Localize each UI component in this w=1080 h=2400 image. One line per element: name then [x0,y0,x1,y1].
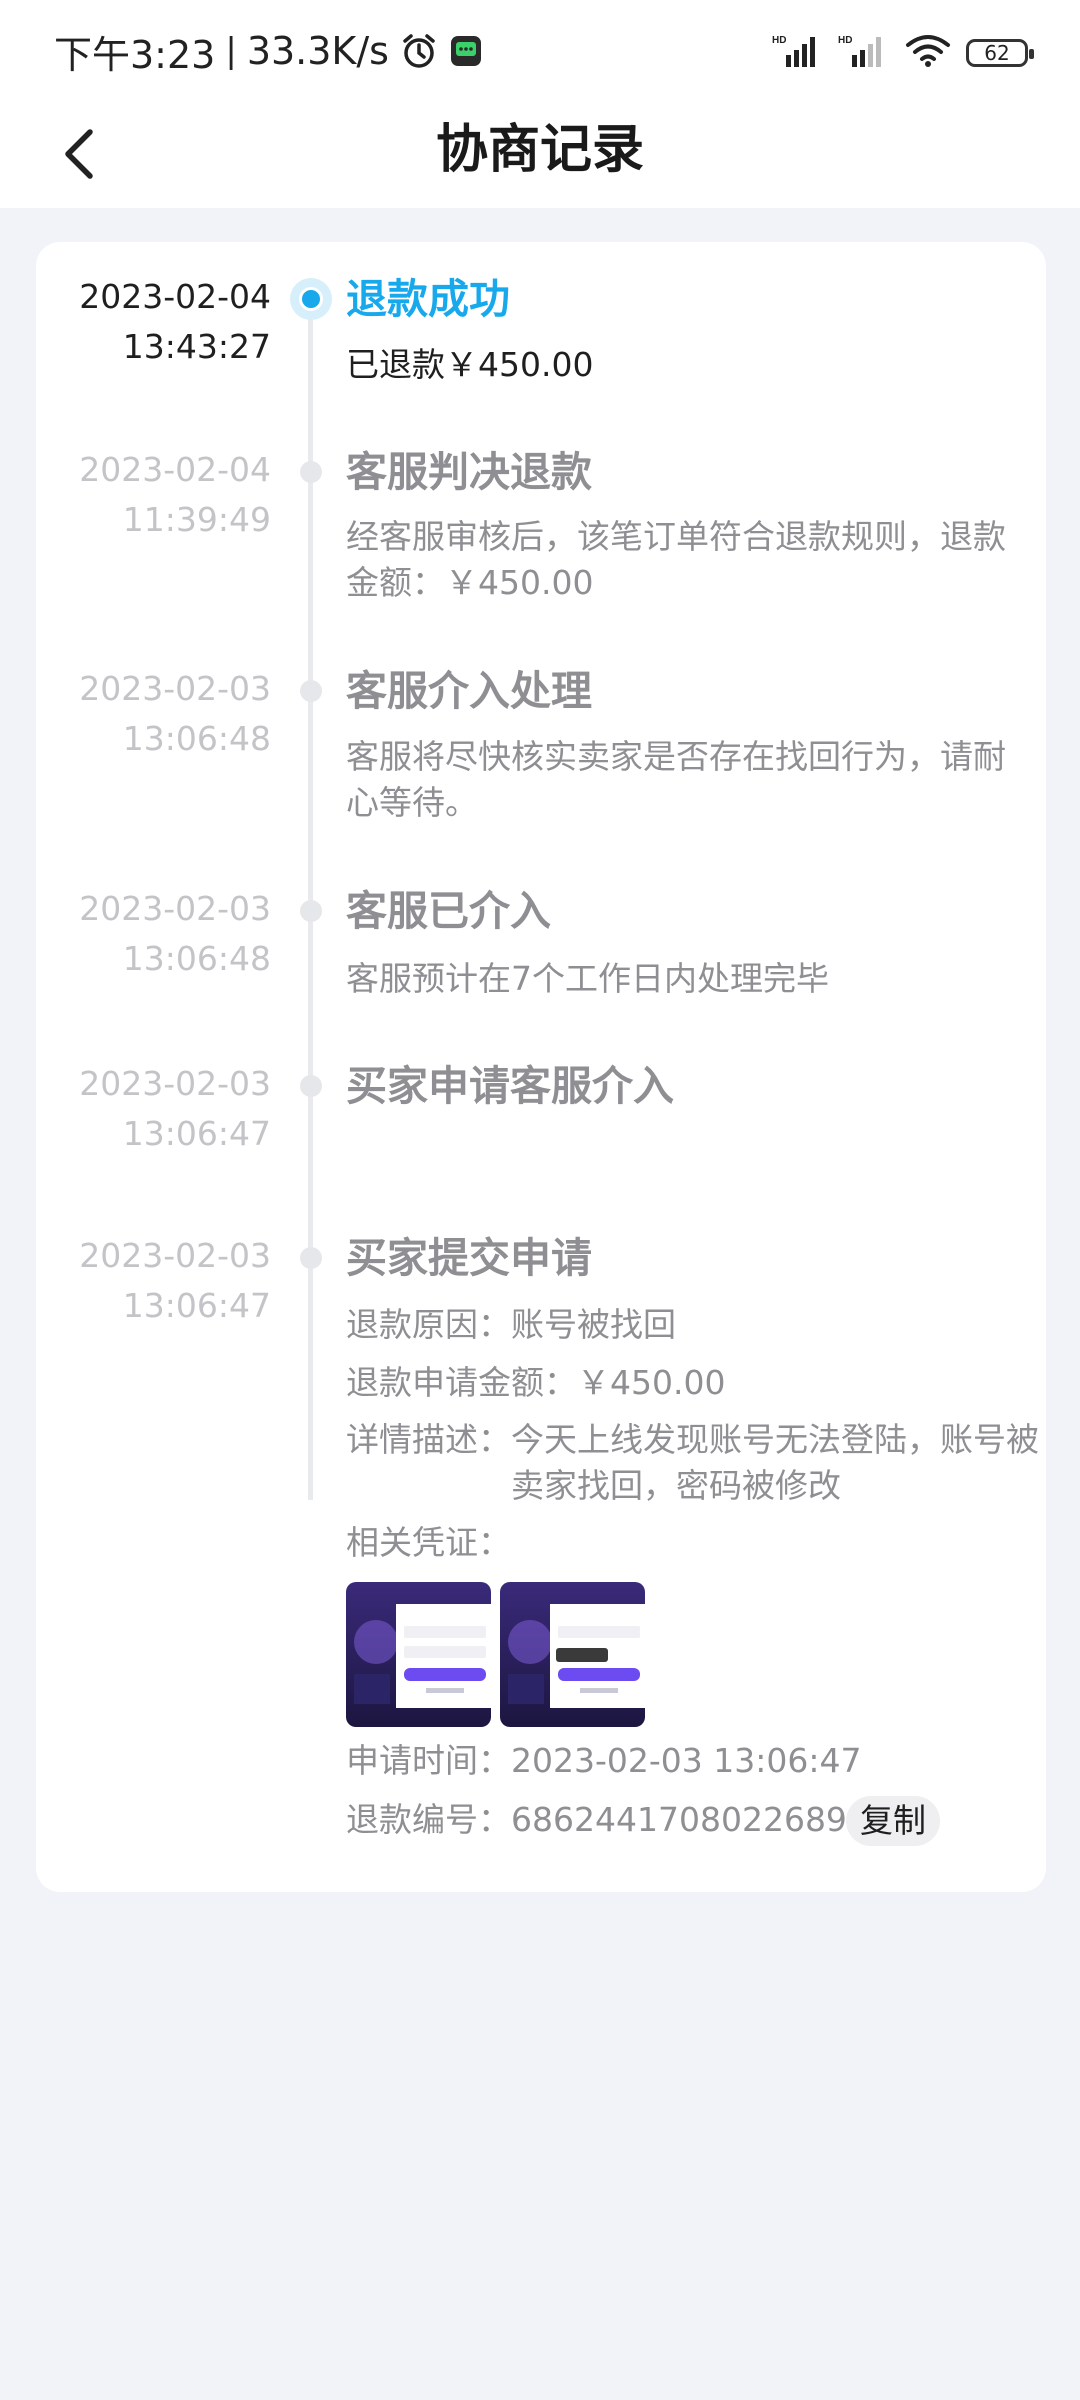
apply-time-row: 申请时间：2023-02-03 13:06:47 [346,1738,861,1784]
battery-indicator: 62 [966,39,1034,67]
event-time: 13:06:47 [122,1286,271,1325]
app-notification-icon [449,34,483,68]
timeline-dot [300,900,322,922]
timeline-dot [300,680,322,702]
status-bar: 下午3:23 | 33.3K/s HD HD 62 [0,0,1080,100]
event-text: 客服将尽快核实卖家是否存在找回行为，请耐心等待。 [346,737,1006,822]
timeline-dot [300,1075,322,1097]
event-date: 2023-02-03 [79,669,271,708]
event-time: 11:39:49 [122,500,271,539]
event-time: 13:06:48 [122,719,271,758]
event-date: 2023-02-04 [79,450,271,489]
apply-time-label: 申请时间： [346,1741,511,1780]
event-title: 客服已介入 [346,887,551,935]
status-time: 下午3:23 [54,32,216,77]
event-time: 13:06:48 [122,939,271,978]
apply-time-value: 2023-02-03 13:06:47 [511,1741,862,1780]
timeline-dot-active [290,278,332,320]
battery-level: 62 [984,41,1010,65]
refund-amount-row: 退款申请金额：￥450.00 [346,1360,725,1406]
nav-bar: 协商记录 [0,100,1080,208]
description-label: 详情描述： [346,1420,511,1459]
event-timestamp: 2023-02-03 13:06:47 [56,1059,271,1159]
event-timestamp: 2023-02-03 13:06:48 [56,664,271,764]
refund-reason-value: 账号被找回 [511,1305,676,1344]
event-text: 客服预计在7个工作日内处理完毕 [346,959,829,998]
evidence-label: 相关凭证： [346,1523,511,1562]
refund-number-value: 6862441708022689 [511,1800,847,1839]
event-text: 已退款￥450.00 [346,345,594,384]
event-title: 买家提交申请 [346,1234,592,1282]
description-row: 详情描述： 今天上线发现账号无法登陆，账号被卖家找回，密码被修改 [346,1417,1046,1509]
timeline-dot [300,461,322,483]
timeline-dot [300,1247,322,1269]
page-title: 协商记录 [435,120,644,180]
event-time: 13:06:47 [122,1114,271,1153]
evidence-thumbnail-1[interactable] [346,1582,491,1727]
refund-amount-label: 退款申请金额： [346,1363,577,1402]
refund-reason-label: 退款原因： [346,1305,511,1344]
alarm-clock-icon [399,31,439,71]
event-timestamp: 2023-02-03 13:06:48 [56,884,271,984]
event-date: 2023-02-03 [79,1064,271,1103]
event-timestamp: 2023-02-04 11:39:49 [56,445,271,545]
event-title: 买家申请客服介入 [346,1062,674,1110]
event-title: 客服介入处理 [346,667,592,715]
event-text: 经客服审核后，该笔订单符合退款规则，退款金额：￥450.00 [346,517,1006,602]
event-timestamp: 2023-02-04 13:43:27 [56,272,271,372]
refund-number-label: 退款编号： [346,1800,511,1839]
cellular-signal-icon: HD [772,33,824,73]
event-date: 2023-02-03 [79,1236,271,1275]
wifi-icon [904,33,952,73]
event-title: 退款成功 [346,275,510,323]
event-time: 13:43:27 [122,327,271,366]
svg-text:HD: HD [838,35,852,46]
refund-reason-row: 退款原因：账号被找回 [346,1302,676,1348]
status-separator: | [225,31,237,71]
event-title: 客服判决退款 [346,448,592,496]
svg-text:HD: HD [772,35,786,46]
event-timestamp: 2023-02-03 13:06:47 [56,1231,271,1331]
refund-amount-value: ￥450.00 [577,1363,726,1402]
copy-button[interactable]: 复制 [846,1796,940,1846]
evidence-thumbnail-2[interactable] [500,1582,645,1727]
event-date: 2023-02-03 [79,889,271,928]
status-right: HD HD 62 [772,26,1034,80]
negotiation-timeline-card: 2023-02-04 13:43:27 退款成功 已退款￥450.00 2023… [36,242,1046,1892]
network-speed: 33.3K/s [246,29,389,73]
refund-number-row: 退款编号：6862441708022689 [346,1797,847,1843]
status-left: 下午3:23 | 33.3K/s [54,24,483,78]
description-value: 今天上线发现账号无法登陆，账号被卖家找回，密码被修改 [511,1420,1039,1505]
event-date: 2023-02-04 [79,277,271,316]
cellular-signal-icon-2: HD [838,33,890,73]
